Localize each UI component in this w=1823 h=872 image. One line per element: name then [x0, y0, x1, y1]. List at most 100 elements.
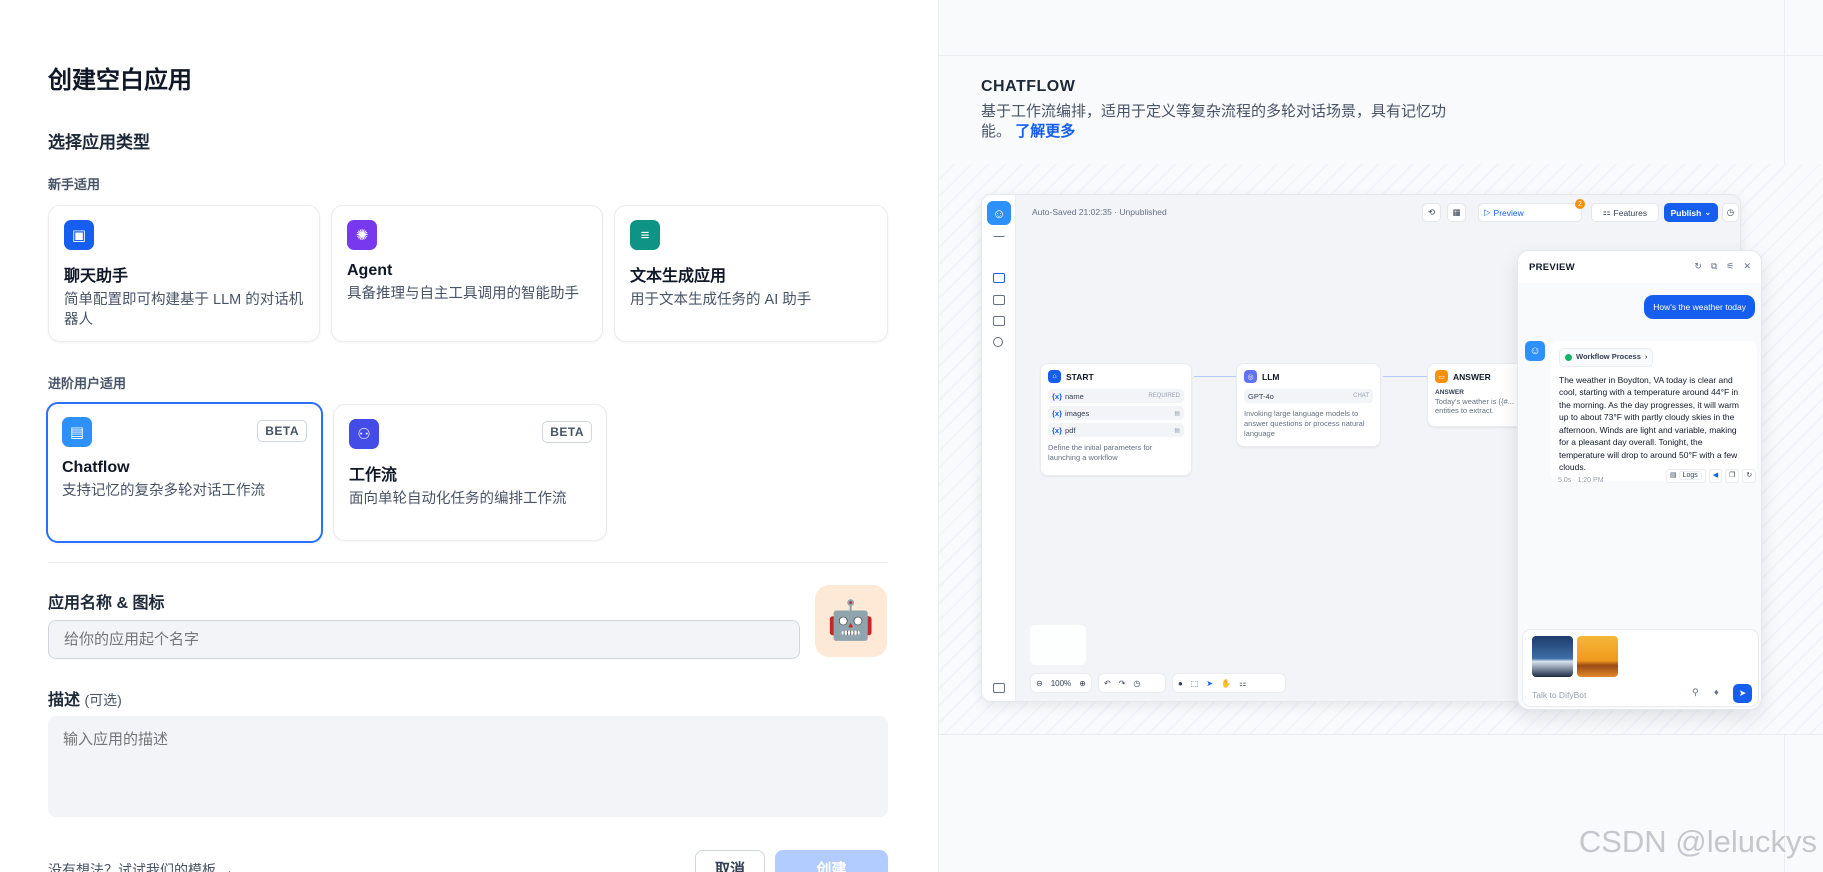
- collapse-sidebar-icon: [993, 683, 1005, 693]
- node-title: LLM: [1262, 371, 1280, 382]
- description-label: 描述 (可选): [48, 686, 122, 710]
- features-button: ⚏ Features: [1591, 203, 1659, 222]
- workflow-process-tag: Workflow Process ›: [1559, 348, 1654, 367]
- refresh-icon: ↻: [1694, 261, 1702, 271]
- logs-button: ▤ Logs: [1666, 469, 1706, 483]
- settings-icon: [993, 231, 1005, 237]
- minimap: [1030, 625, 1086, 665]
- card-desc: 支持记忆的复杂多轮对话工作流: [62, 483, 265, 499]
- agent-icon: ✺: [347, 220, 377, 250]
- variable-row: {x} pdf ▤: [1048, 423, 1184, 437]
- zoom-level: 100%: [1050, 678, 1072, 688]
- answer-text: Today's weather is {{#...: [1435, 397, 1514, 406]
- monitor-icon: [993, 337, 1003, 347]
- description-input[interactable]: [48, 716, 888, 817]
- chat-bot-icon: ▣: [64, 220, 94, 250]
- api-icon: [993, 295, 1005, 305]
- create-button[interactable]: 创建: [775, 850, 888, 872]
- hand-icon: ✋: [1221, 678, 1232, 688]
- open-icon: ⧉: [1710, 261, 1718, 271]
- app-name-label: 应用名称 & 图标: [48, 595, 165, 612]
- chat-tag: CHAT: [1353, 393, 1369, 399]
- watermark: CSDN @leluckys: [1578, 824, 1817, 859]
- copy-icon: ❐: [1725, 469, 1740, 483]
- publish-button: Publish ⌄: [1664, 203, 1718, 222]
- card-name: Agent: [347, 262, 393, 279]
- answer-text-2: entities to extract.: [1435, 406, 1494, 415]
- model-name: GPT-4o: [1248, 391, 1274, 401]
- publish-button-label: Publish: [1670, 207, 1702, 218]
- llm-icon: ◎: [1244, 370, 1257, 383]
- app-icon-picker[interactable]: 🤖: [815, 585, 887, 657]
- orchestrate-icon: [993, 273, 1005, 283]
- zoom-control: ⊖ 100% ⊕: [1030, 673, 1092, 693]
- image-thumbnail: [1577, 636, 1618, 677]
- speaker-icon: ◀: [1708, 469, 1723, 483]
- autosave-status: Auto-Saved 21:02:35 · Unpublished: [1032, 207, 1167, 217]
- template-link[interactable]: 没有想法？试试我们的模板 →: [48, 860, 234, 872]
- beta-badge: BETA: [257, 420, 307, 442]
- send-icon: ➤: [1733, 684, 1752, 703]
- app-type-agent-card[interactable]: ✺ Agent 具备推理与自主工具调用的智能助手: [331, 205, 603, 342]
- description-label-text: 描述: [48, 692, 81, 709]
- app-name-input[interactable]: [48, 620, 800, 659]
- card-name: 工作流: [349, 467, 398, 484]
- app-type-text-generation-card[interactable]: ≡ 文本生成应用 用于文本生成任务的 AI 助手: [614, 205, 888, 342]
- check-icon: [1565, 353, 1572, 361]
- variable-row: {x} name REQUIRED: [1048, 389, 1184, 403]
- issues-badge: 2: [1575, 199, 1585, 209]
- close-icon: ✕: [1743, 261, 1751, 271]
- settings-icon: ⚟: [1726, 261, 1735, 271]
- node-desc: Invoking large language models to answer…: [1244, 409, 1365, 438]
- variable-name: pdf: [1065, 425, 1076, 435]
- workflow-process-label: Workflow Process: [1576, 352, 1641, 361]
- regenerate-icon: ↻: [1742, 469, 1757, 483]
- answer-icon: ▭: [1435, 370, 1448, 383]
- variable-row: {x} images ▤: [1048, 406, 1184, 420]
- required-tag: REQUIRED: [1148, 393, 1180, 399]
- app-type-title: 选择应用类型: [48, 133, 150, 152]
- attach-icon: ⚲: [1692, 687, 1699, 697]
- grid-line: [939, 734, 1823, 735]
- variable-icon: {x}: [1052, 425, 1063, 435]
- card-desc: 用于文本生成任务的 AI 助手: [630, 292, 812, 308]
- zoom-out-icon: ⊖: [1036, 678, 1043, 688]
- undo-icon: ↶: [1104, 678, 1111, 688]
- logs-icon: [993, 316, 1005, 326]
- chat-input-box: Talk to DifyBot ⚲ ♦ ➤: [1522, 629, 1759, 707]
- card-name: Chatflow: [62, 459, 130, 476]
- node-title: ANSWER: [1453, 371, 1491, 382]
- preview-button-label: Preview: [1493, 207, 1524, 218]
- app-type-chatflow-card[interactable]: ▤ BETA Chatflow 支持记忆的复杂多轮对话工作流: [46, 402, 323, 543]
- robot-emoji-icon: 🤖: [827, 600, 875, 642]
- bot-message: Workflow Process › The weather in Boydto…: [1550, 341, 1757, 481]
- layout-icon: ⚏: [1239, 678, 1247, 688]
- learn-more-link[interactable]: 了解更多: [1015, 123, 1075, 140]
- preview-type-title: CHATFLOW: [981, 78, 1076, 95]
- bot-message-text: The weather in Boydton, VA today is clea…: [1559, 374, 1739, 473]
- beta-badge: BETA: [542, 421, 592, 443]
- clock-icon: ◷: [1722, 203, 1739, 222]
- user-message: How's the weather today: [1644, 295, 1755, 319]
- bot-logo-icon: ☺: [987, 201, 1011, 225]
- edge-llm-answer: [1383, 376, 1427, 377]
- app-type-workflow-card[interactable]: ⚇ BETA 工作流 面向单轮自动化任务的编排工作流: [333, 404, 607, 541]
- optional-hint: (可选): [84, 692, 122, 708]
- home-icon: ⌂: [1048, 370, 1061, 383]
- cancel-button[interactable]: 取消: [695, 850, 765, 872]
- variable-icon: {x}: [1052, 391, 1063, 401]
- message-tools: ▤ Logs ◀ ❐ ↻: [1666, 469, 1757, 483]
- answer-label: ANSWER: [1435, 389, 1464, 396]
- zoom-in-icon: ⊕: [1079, 678, 1086, 688]
- preview-sidebar: ☺: [982, 195, 1016, 701]
- chatflow-icon: ▤: [62, 417, 92, 447]
- features-button-label: Features: [1613, 207, 1648, 218]
- image-thumbnail: [1532, 636, 1573, 677]
- file-icon: ▤: [1174, 427, 1180, 434]
- chat-preview-title: PREVIEW: [1529, 262, 1575, 273]
- history-icon: ◷: [1133, 678, 1141, 688]
- llm-node: ◎ LLM GPT-4o CHAT Invoking large language …: [1236, 363, 1381, 447]
- card-desc: 具备推理与自主工具调用的智能助手: [347, 286, 579, 302]
- card-desc: 简单配置即可构建基于 LLM 的对话机器人: [64, 292, 304, 328]
- app-type-chatbot-card[interactable]: ▣ 聊天助手 简单配置即可构建基于 LLM 的对话机器人: [48, 205, 320, 342]
